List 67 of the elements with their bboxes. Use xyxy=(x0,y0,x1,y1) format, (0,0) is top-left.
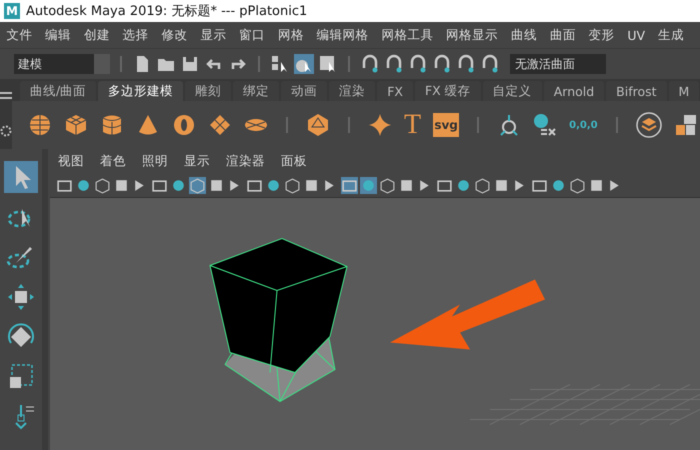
snap-icon[interactable] xyxy=(432,54,452,74)
menu-item[interactable]: 编辑网格 xyxy=(310,26,376,44)
shelf-tab[interactable]: 渲染 xyxy=(329,81,376,101)
viewport-tool-icon[interactable] xyxy=(379,176,396,194)
shelf-tab[interactable]: M xyxy=(668,81,700,101)
panel-menu-item[interactable]: 面板 xyxy=(281,152,307,170)
save-icon[interactable] xyxy=(180,54,200,74)
menu-item[interactable]: 生成 xyxy=(651,26,690,44)
freeze-transform-icon[interactable]: 0,0,0 xyxy=(569,120,598,130)
menu-item[interactable]: 曲线 xyxy=(504,26,544,44)
shelf-tab[interactable]: Bifrost xyxy=(606,81,667,101)
viewport-tool-icon[interactable] xyxy=(474,176,491,194)
curve-field[interactable]: 无激活曲面 xyxy=(510,54,606,74)
shelf-tab[interactable]: FX xyxy=(377,81,413,101)
menu-item[interactable]: 选择 xyxy=(116,26,156,44)
viewport-tool-icon[interactable] xyxy=(569,176,586,194)
viewport-tool-icon[interactable] xyxy=(341,176,358,194)
panel-menu-item[interactable]: 照明 xyxy=(142,152,168,170)
menu-item[interactable]: UV xyxy=(620,28,652,42)
cylinder-icon[interactable] xyxy=(100,113,124,137)
menu-item[interactable]: 窗口 xyxy=(232,26,272,44)
svg-tool-icon[interactable]: svg xyxy=(433,113,460,137)
panel-menu-item[interactable]: 显示 xyxy=(184,152,210,170)
plane-icon[interactable] xyxy=(208,113,232,137)
viewport-tool-icon[interactable] xyxy=(284,176,301,194)
menu-item[interactable]: 创建 xyxy=(78,26,116,44)
star-icon[interactable] xyxy=(368,113,392,137)
window-title: Autodesk Maya 2019: 无标题* --- pPlatonic1 xyxy=(26,3,308,20)
menu-item[interactable]: 编辑 xyxy=(38,26,78,44)
shelf-tab[interactable]: Arnold xyxy=(544,81,604,101)
blocks-icon[interactable] xyxy=(674,113,698,137)
shelf-tab[interactable]: 自定义 xyxy=(482,81,542,101)
cone-icon[interactable] xyxy=(136,113,160,137)
snap-icon[interactable] xyxy=(360,54,380,74)
cube-icon[interactable] xyxy=(64,113,88,137)
panel-menu-item[interactable]: 渲染器 xyxy=(226,152,265,170)
viewport-tool-icon[interactable] xyxy=(94,176,111,194)
sphere-icon[interactable] xyxy=(28,113,52,137)
menu-item[interactable]: 显示 xyxy=(194,26,233,44)
viewport-tool-icon[interactable] xyxy=(189,176,206,194)
torus-icon[interactable] xyxy=(172,113,196,137)
viewport-tool-icon[interactable] xyxy=(360,176,377,194)
snap-icon[interactable] xyxy=(480,54,500,74)
panel-menu-item[interactable]: 着色 xyxy=(100,152,126,170)
snap-icon[interactable] xyxy=(384,54,404,74)
menu-item[interactable]: 变形 xyxy=(582,26,621,44)
shelf-tab[interactable]: 多边形建模 xyxy=(98,81,184,101)
menu-item[interactable]: 修改 xyxy=(155,26,194,44)
shelf-tab[interactable]: FX 缓存 xyxy=(414,81,481,101)
menu-icon[interactable] xyxy=(0,92,12,100)
shelf-tab[interactable]: 动画 xyxy=(281,81,328,101)
snap-icon[interactable] xyxy=(456,54,476,74)
shelf-tab[interactable]: 曲线/曲面 xyxy=(20,81,96,101)
panel-menu-item[interactable]: 视图 xyxy=(58,152,84,170)
app-logo: M xyxy=(4,3,20,19)
shelf-tab[interactable]: 绑定 xyxy=(233,81,280,101)
platonic-solid-icon[interactable] xyxy=(306,113,330,137)
menu-item[interactable]: 网格工具 xyxy=(375,26,440,44)
shelf-tab[interactable]: 雕刻 xyxy=(185,81,232,101)
workspace-dropdown[interactable]: 建模 xyxy=(14,54,110,74)
menu-item[interactable]: 网格显示 xyxy=(440,26,505,44)
text-tool-icon[interactable]: T xyxy=(404,111,422,139)
menu-item[interactable]: 文件 xyxy=(0,26,39,44)
menu-item[interactable]: 网格 xyxy=(271,26,310,44)
layers-icon[interactable] xyxy=(636,112,662,138)
snap-icon[interactable] xyxy=(408,54,428,74)
menu-item[interactable]: 曲面 xyxy=(543,26,582,44)
